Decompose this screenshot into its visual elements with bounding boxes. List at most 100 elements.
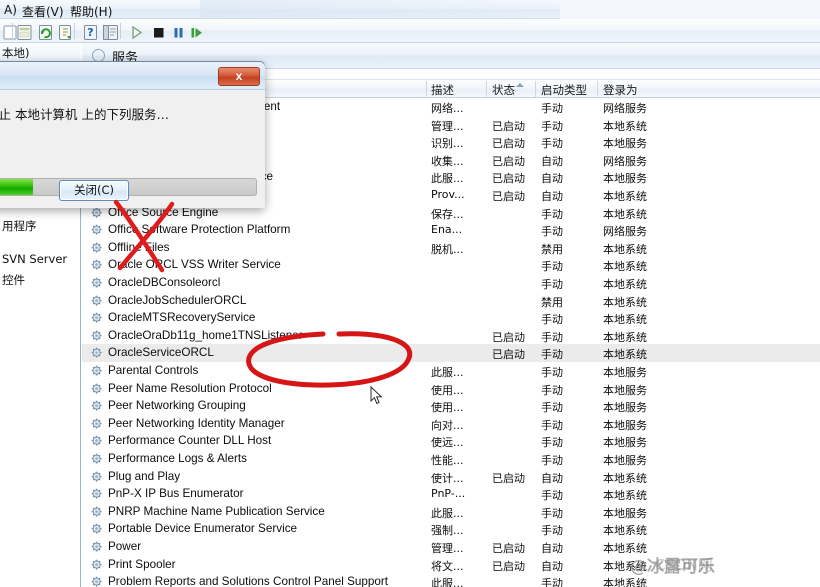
menubar-shade-right [560, 0, 820, 19]
service-description: 此服... [431, 366, 464, 379]
service-gear-icon [91, 224, 103, 236]
service-log-on-as: 本地系统 [603, 260, 647, 274]
service-row[interactable]: Parental Controls 此服... 手动 本地服务 [82, 362, 820, 380]
service-gear-icon [91, 242, 103, 254]
service-name: PnP-X IP Bus Enumerator [108, 487, 244, 501]
service-startup-type: 手动 [541, 313, 563, 327]
service-status: 已启动 [492, 172, 525, 186]
service-log-on-as: 本地系统 [603, 471, 647, 485]
pause-service-icon[interactable] [168, 22, 187, 41]
service-row[interactable]: PnP-X IP Bus Enumerator PnP-... 手动 本地系统 [82, 485, 820, 503]
tree-item-0[interactable]: 用程序 [2, 218, 37, 234]
service-startup-type: 手动 [541, 383, 563, 397]
service-row[interactable]: OracleOraDb11g_home1TNSListener 已启动 手动 本地系统 [82, 327, 820, 345]
column-divider-2[interactable] [486, 81, 487, 98]
service-gear-icon [91, 259, 103, 271]
service-log-on-as: 网络服务 [603, 225, 647, 239]
service-log-on-as: 本地服务 [603, 454, 647, 467]
menubar-shade [200, 0, 560, 19]
service-row[interactable]: Office Software Protection Platform Ena..… [82, 221, 820, 239]
service-log-on-as: 本地服务 [603, 383, 647, 397]
close-icon[interactable]: x [218, 67, 260, 86]
service-description: 保存... [431, 207, 464, 221]
service-status: 已启动 [492, 154, 525, 168]
service-row[interactable]: Peer Networking Identity Manager 向对... 手动 本… [82, 415, 820, 433]
service-log-on-as: 本地服务 [603, 401, 647, 415]
service-startup-type: 手动 [541, 454, 563, 467]
column-divider-4[interactable] [597, 81, 598, 98]
service-startup-type: 手动 [541, 102, 563, 115]
service-row[interactable]: Performance Logs & Alerts 性能... 手动 本地服务 [82, 450, 820, 468]
column-header-status[interactable]: 状态 [492, 82, 515, 98]
service-startup-type: 自动 [541, 542, 563, 555]
service-row[interactable]: OracleMTSRecoveryService 手动 本地系统 [82, 309, 820, 327]
service-description: 收集... [431, 154, 464, 168]
service-row[interactable]: Plug and Play 使计... 已启动 自动 本地系统 [82, 468, 820, 486]
service-log-on-as: 本地服务 [603, 506, 647, 520]
service-log-on-as: 本地系统 [603, 278, 647, 291]
service-description: 向对... [431, 418, 464, 432]
service-row[interactable]: PNRP Machine Name Publication Service 此服.… [82, 503, 820, 521]
column-divider-1[interactable] [426, 81, 427, 98]
tool-bar: ? [0, 19, 820, 43]
show-hide-console-tree-icon[interactable] [100, 22, 119, 41]
service-row[interactable]: Performance Counter DLL Host 使远... 手动 本地服务 [82, 432, 820, 450]
service-startup-type: 手动 [541, 278, 563, 291]
service-row[interactable]: OracleDBConsoleorcl 手动 本地系统 [82, 274, 820, 292]
tree-item-1[interactable]: SVN Server [2, 252, 67, 266]
service-status: 已启动 [492, 119, 525, 133]
service-description: 使用... [431, 383, 464, 397]
service-startup-type: 手动 [541, 401, 563, 415]
tree-item-2[interactable]: 控件 [2, 272, 25, 288]
service-log-on-as: 本地系统 [603, 190, 647, 203]
export-list-icon[interactable] [55, 22, 74, 41]
service-startup-type: 手动 [541, 418, 563, 432]
column-header-description[interactable]: 描述 [431, 82, 454, 98]
service-row[interactable]: Oracle ORCL VSS Writer Service 手动 本地系统 [82, 256, 820, 274]
service-startup-type: 手动 [541, 524, 563, 538]
service-gear-icon [91, 435, 103, 447]
service-description: 性能... [431, 454, 464, 467]
service-gear-icon [91, 295, 103, 307]
service-row[interactable]: Peer Name Resolution Protocol 使用... 手动 本地服务 [82, 380, 820, 398]
service-row[interactable]: Peer Networking Grouping 使用... 手动 本地服务 [82, 397, 820, 415]
service-name: PNRP Machine Name Publication Service [108, 504, 325, 518]
service-startup-type: 自动 [541, 154, 563, 168]
service-startup-type: 手动 [541, 260, 563, 274]
help-icon[interactable]: ? [80, 22, 99, 41]
dialog-message: 正在尝试停止 本地计算机 上的下列服务… [0, 107, 169, 122]
service-startup-type: 禁用 [541, 295, 563, 309]
stop-service-icon[interactable] [148, 22, 167, 41]
service-name: OracleDBConsoleorcl [108, 276, 221, 289]
service-name: OracleMTSRecoveryService [108, 311, 256, 325]
column-header-log-on-as[interactable]: 登录为 [603, 82, 638, 98]
service-row[interactable]: Offline Files 脱机... 禁用 本地系统 [82, 239, 820, 257]
service-gear-icon [91, 207, 103, 219]
service-description: 使远... [431, 436, 464, 450]
service-startup-type: 手动 [541, 225, 563, 239]
service-row[interactable]: OracleServiceORCL 已启动 手动 本地系统 [82, 344, 820, 362]
close-button[interactable]: 关闭(C) [59, 180, 129, 201]
service-startup-type: 手动 [541, 348, 563, 362]
service-log-on-as: 网络服务 [603, 102, 647, 115]
refresh-icon[interactable] [35, 22, 54, 41]
start-service-icon[interactable] [126, 22, 145, 41]
resume-service-icon[interactable] [186, 22, 205, 41]
service-control-dialog[interactable]: x 正在尝试停止 本地计算机 上的下列服务… viceORCL 关闭(C) [0, 61, 265, 208]
service-log-on-as: 本地系统 [603, 348, 647, 362]
service-name: Peer Name Resolution Protocol [108, 381, 272, 395]
properties-icon[interactable] [14, 22, 33, 41]
service-status: 已启动 [492, 330, 525, 344]
service-log-on-as: 本地服务 [603, 418, 647, 432]
service-log-on-as: 本地系统 [603, 313, 647, 327]
service-name: Performance Logs & Alerts [108, 452, 248, 465]
service-description: 网络... [431, 102, 464, 115]
service-row[interactable]: Portable Device Enumerator Service 强制... 手… [82, 520, 820, 538]
service-row[interactable]: OracleJobSchedulerORCL 禁用 本地系统 [82, 292, 820, 310]
toolbar-separator-2 [74, 23, 75, 39]
service-name: OracleOraDb11g_home1TNSListener [108, 328, 303, 342]
service-startup-type: 自动 [541, 190, 563, 203]
column-divider-3[interactable] [535, 81, 536, 98]
column-header-startup-type[interactable]: 启动类型 [541, 82, 587, 98]
service-startup-type: 禁用 [541, 242, 563, 256]
